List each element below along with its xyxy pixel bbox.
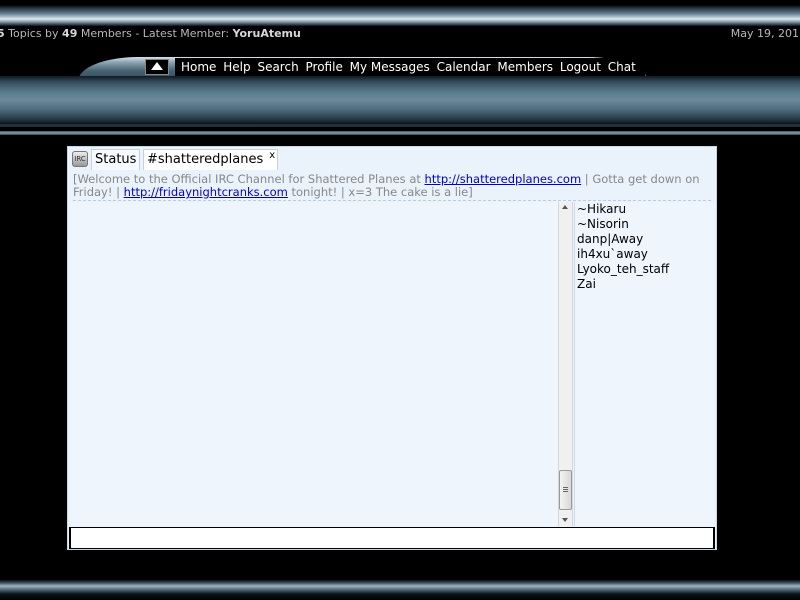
chat-input[interactable]	[69, 527, 715, 549]
message-scrollbar[interactable]	[558, 202, 573, 526]
forum-stats-bar: 5 Topics by 49 Members - Latest Member: …	[0, 26, 800, 42]
message-area[interactable]	[70, 202, 558, 526]
header-nav-band	[0, 76, 800, 124]
tab-channel-label: #shatteredplanes	[147, 152, 264, 167]
nick-item[interactable]: ~Hikaru	[575, 202, 715, 217]
nav-profile[interactable]: Profile	[306, 60, 343, 74]
nick-item[interactable]: Lyoko_teh_staff	[575, 262, 715, 277]
irc-chat-window: IRC Status #shatteredplanes x [Welcome t…	[67, 146, 717, 550]
up-arrow-icon	[151, 62, 163, 70]
members-label: Members - Latest Member:	[77, 27, 233, 40]
nick-item[interactable]: danp|Away	[575, 232, 715, 247]
main-nav-menu: Home Help Search Profile My Messages Cal…	[175, 58, 645, 76]
nick-item[interactable]: ih4xu`away	[575, 247, 715, 262]
scroll-up-icon[interactable]	[562, 205, 568, 209]
forum-stats: 5 Topics by 49 Members - Latest Member: …	[0, 26, 301, 42]
topic-text-3: tonight! | x=3 The cake is a lie]	[287, 185, 473, 199]
header-divider-highlight	[0, 131, 800, 135]
nav-logout[interactable]: Logout	[560, 60, 601, 74]
nick-item[interactable]: ~Nisorin	[575, 217, 715, 232]
grip-icon	[563, 487, 568, 488]
nav-my-messages[interactable]: My Messages	[350, 60, 430, 74]
irc-logo-icon[interactable]: IRC	[72, 151, 88, 167]
topic-text-1: [Welcome to the Official IRC Channel for…	[73, 172, 425, 186]
nav-members[interactable]: Members	[497, 60, 553, 74]
members-count: 49	[62, 27, 78, 40]
topic-link-fridaynightcranks[interactable]: http://fridaynightcranks.com	[124, 185, 288, 199]
channel-topic: [Welcome to the Official IRC Channel for…	[73, 173, 711, 201]
header-top-stripe	[0, 0, 800, 26]
nav-chat[interactable]: Chat	[608, 60, 636, 74]
topics-label: Topics by	[4, 27, 63, 40]
collapse-header-button[interactable]	[145, 59, 169, 75]
nick-item[interactable]: Zai	[575, 277, 715, 292]
current-date: May 19, 2011	[730, 27, 800, 40]
latest-member-link[interactable]: YoruAtemu	[233, 27, 301, 40]
scroll-down-icon[interactable]	[562, 518, 568, 522]
tab-channel[interactable]: #shatteredplanes x	[143, 146, 279, 170]
header-divider	[0, 124, 800, 127]
scrollbar-thumb[interactable]	[559, 470, 572, 510]
topic-link-shatteredplanes[interactable]: http://shatteredplanes.com	[425, 172, 582, 186]
nav-home[interactable]: Home	[181, 60, 216, 74]
nav-calendar[interactable]: Calendar	[437, 60, 491, 74]
nick-list: ~Hikaru ~Nisorin danp|Away ih4xu`away Ly…	[574, 202, 715, 526]
nav-search[interactable]: Search	[257, 60, 298, 74]
close-tab-icon[interactable]: x	[269, 146, 275, 166]
footer-stripe	[0, 580, 800, 600]
tab-status[interactable]: Status	[91, 149, 141, 170]
nav-help[interactable]: Help	[223, 60, 250, 74]
